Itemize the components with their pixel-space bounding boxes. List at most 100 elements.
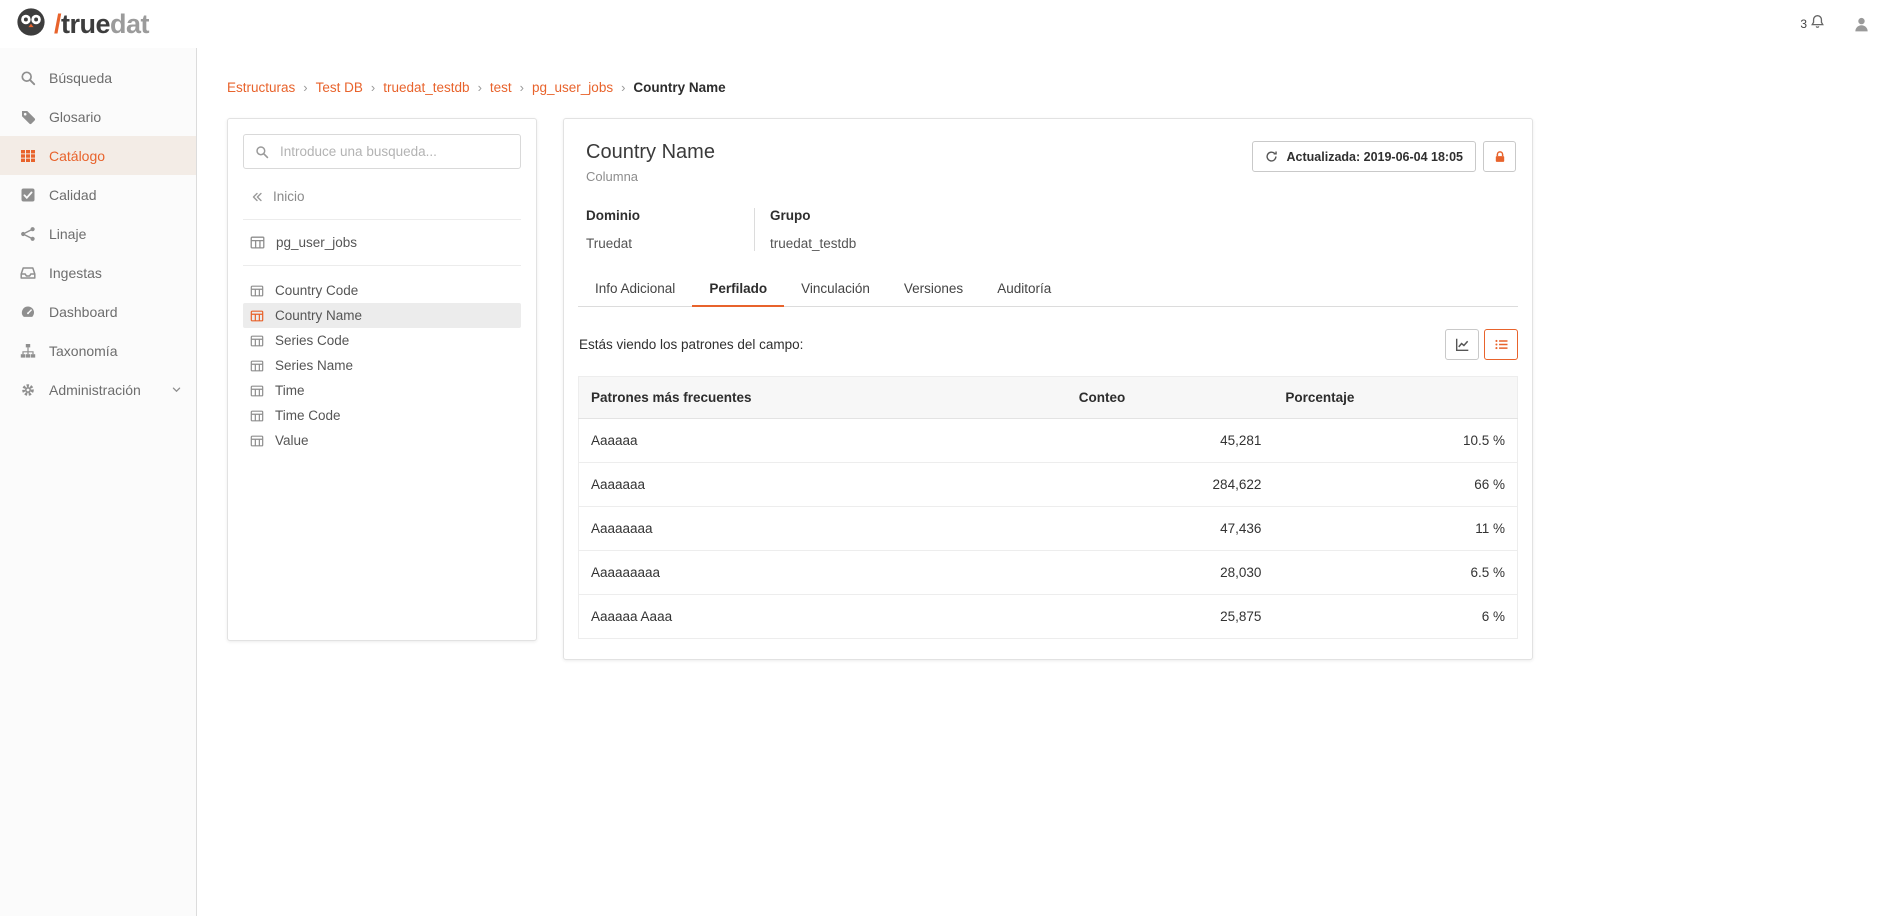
- refresh-updated-button[interactable]: Actualizada: 2019-06-04 18:05: [1252, 141, 1476, 172]
- share-icon: [20, 226, 36, 242]
- breadcrumb-link-testdb[interactable]: Test DB: [316, 80, 363, 95]
- column-icon: [250, 359, 264, 373]
- column-icon: [250, 409, 264, 423]
- sidebar-item-label: Catálogo: [49, 148, 105, 164]
- check-square-icon: [20, 187, 36, 203]
- count-cell: 284,622: [1067, 463, 1274, 507]
- column-icon: [250, 284, 264, 298]
- bell-icon: [1810, 14, 1825, 34]
- chart-icon: [1455, 337, 1470, 352]
- patterns-header-pattern: Patrones más frecuentes: [579, 377, 1067, 419]
- lock-button[interactable]: [1483, 141, 1516, 172]
- lock-icon: [1493, 150, 1507, 164]
- page-title: Country Name: [586, 141, 715, 164]
- top-bar: /truedat 3: [0, 0, 1896, 48]
- pattern-cell: Aaaaaaaaa: [579, 551, 1067, 595]
- app-body: Búsqueda Glosario Catálogo Calidad Linaj: [0, 48, 1896, 916]
- column-item-time-code[interactable]: Time Code: [243, 403, 521, 428]
- percentage-cell: 66 %: [1273, 463, 1517, 507]
- group-value: truedat_testdb: [770, 236, 1518, 251]
- count-cell: 47,436: [1067, 507, 1274, 551]
- column-icon: [250, 309, 264, 323]
- column-item-value[interactable]: Value: [243, 428, 521, 453]
- list-view-button[interactable]: [1484, 329, 1518, 360]
- search-icon: [20, 70, 36, 86]
- sidebar-item-glosario[interactable]: Glosario: [0, 97, 196, 136]
- domain-group-info: Dominio Truedat Grupo truedat_testdb: [578, 208, 1518, 251]
- tab-auditoria[interactable]: Auditoría: [980, 271, 1068, 306]
- sidebar-item-label: Calidad: [49, 187, 96, 203]
- parent-table-item[interactable]: pg_user_jobs: [243, 220, 521, 266]
- logo-slash: /: [54, 9, 61, 39]
- structure-search-input[interactable]: [278, 143, 509, 160]
- percentage-cell: 10.5 %: [1273, 419, 1517, 463]
- sidebar-item-ingestas[interactable]: Ingestas: [0, 253, 196, 292]
- search-icon: [255, 145, 269, 159]
- truedat-logo[interactable]: /truedat: [14, 5, 149, 44]
- structure-type-label: Columna: [586, 169, 715, 184]
- logo-text-primary: true: [61, 9, 110, 39]
- back-label: Inicio: [273, 189, 305, 204]
- column-item-time[interactable]: Time: [243, 378, 521, 403]
- column-item-country-code[interactable]: Country Code: [243, 278, 521, 303]
- percentage-cell: 6.5 %: [1273, 551, 1517, 595]
- patterns-header-count: Conteo: [1067, 377, 1274, 419]
- column-item-series-name[interactable]: Series Name: [243, 353, 521, 378]
- table-row: Aaaaaaaaa 28,030 6.5 %: [579, 551, 1518, 595]
- tab-perfilado[interactable]: Perfilado: [692, 271, 784, 307]
- tab-info-adicional[interactable]: Info Adicional: [578, 271, 692, 306]
- chart-view-button[interactable]: [1445, 329, 1479, 360]
- structure-explorer-panel: Inicio pg_user_jobs Country Code C: [227, 118, 537, 641]
- sidebar-item-label: Administración: [49, 382, 141, 398]
- sidebar-item-calidad[interactable]: Calidad: [0, 175, 196, 214]
- breadcrumb-link-test[interactable]: test: [490, 80, 512, 95]
- back-to-inicio-link[interactable]: Inicio: [243, 169, 521, 220]
- column-item-series-code[interactable]: Series Code: [243, 328, 521, 353]
- column-item-country-name[interactable]: Country Name: [243, 303, 521, 328]
- column-item-label: Value: [275, 433, 309, 448]
- notifications-button[interactable]: 3: [1800, 14, 1825, 34]
- pattern-cell: Aaaaaa: [579, 419, 1067, 463]
- sidebar-item-dashboard[interactable]: Dashboard: [0, 292, 196, 331]
- percentage-cell: 11 %: [1273, 507, 1517, 551]
- sidebar-item-label: Linaje: [49, 226, 86, 242]
- patterns-table: Patrones más frecuentes Conteo Porcentaj…: [578, 376, 1518, 639]
- group-label: Grupo: [770, 208, 1518, 223]
- column-item-label: Time: [275, 383, 305, 398]
- pattern-cell: Aaaaaa Aaaa: [579, 595, 1067, 639]
- detail-header-actions: Actualizada: 2019-06-04 18:05: [1252, 141, 1516, 172]
- updated-label: Actualizada: 2019-06-04 18:05: [1287, 150, 1463, 164]
- user-menu-button[interactable]: [1853, 16, 1870, 33]
- tab-vinculacion[interactable]: Vinculación: [784, 271, 887, 306]
- owl-logo-icon: [14, 5, 48, 44]
- column-icon: [250, 384, 264, 398]
- sitemap-icon: [20, 343, 36, 359]
- column-icon: [250, 334, 264, 348]
- notifications-count: 3: [1800, 17, 1807, 31]
- sidebar-item-administracion[interactable]: Administración: [0, 370, 196, 409]
- sidebar-item-label: Ingestas: [49, 265, 102, 281]
- table-row: Aaaaaaa 284,622 66 %: [579, 463, 1518, 507]
- count-cell: 45,281: [1067, 419, 1274, 463]
- sidebar-item-label: Taxonomía: [49, 343, 117, 359]
- column-item-label: Series Code: [275, 333, 349, 348]
- sidebar-item-taxonomia[interactable]: Taxonomía: [0, 331, 196, 370]
- count-cell: 28,030: [1067, 551, 1274, 595]
- breadcrumb-link-truedat-testdb[interactable]: truedat_testdb: [383, 80, 469, 95]
- domain-value: Truedat: [586, 236, 754, 251]
- structure-search-box: [243, 134, 521, 169]
- logo-text-secondary: dat: [110, 9, 149, 39]
- refresh-icon: [1265, 150, 1278, 163]
- sidebar-item-label: Búsqueda: [49, 70, 112, 86]
- sidebar-item-label: Dashboard: [49, 304, 118, 320]
- breadcrumb: Estructuras›Test DB›truedat_testdb›test›…: [227, 80, 1896, 95]
- column-icon: [250, 434, 264, 448]
- sidebar-item-linaje[interactable]: Linaje: [0, 214, 196, 253]
- sidebar-item-catalogo[interactable]: Catálogo: [0, 136, 196, 175]
- sidebar-item-busqueda[interactable]: Búsqueda: [0, 58, 196, 97]
- breadcrumb-link-pg-user-jobs[interactable]: pg_user_jobs: [532, 80, 613, 95]
- column-item-label: Country Name: [275, 308, 362, 323]
- breadcrumb-link-estructuras[interactable]: Estructuras: [227, 80, 295, 95]
- domain-label: Dominio: [586, 208, 754, 223]
- tab-versiones[interactable]: Versiones: [887, 271, 980, 306]
